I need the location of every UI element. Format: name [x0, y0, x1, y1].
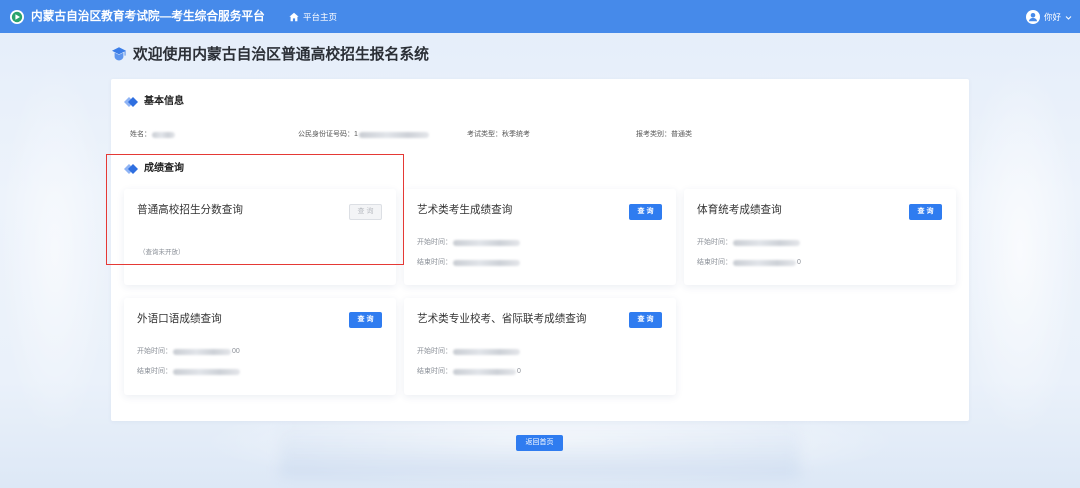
masked-start-time — [733, 240, 800, 246]
graduation-cap-icon — [112, 47, 126, 61]
info-id-label: 公民身份证号码： — [298, 131, 354, 138]
query-button[interactable]: 查询 — [909, 204, 942, 220]
info-exam-type-value: 秋季统考 — [502, 131, 530, 138]
basic-info-heading: 基本信息 — [144, 96, 184, 107]
query-button[interactable]: 查询 — [629, 204, 662, 220]
card-title: 艺术类专业校考、省际联考成绩查询 — [417, 313, 587, 325]
background-glow — [960, 60, 1080, 440]
masked-end-time — [733, 260, 796, 266]
score-query-heading: 成绩查询 — [144, 163, 184, 174]
start-time-row: 开始时间： — [417, 347, 520, 357]
end-time-row: 结束时间： — [417, 258, 520, 268]
card-title: 外语口语成绩查询 — [137, 313, 222, 325]
start-time-row: 开始时间： — [417, 238, 520, 248]
page-title: 欢迎使用内蒙古自治区普通高校招生报名系统 — [133, 47, 429, 63]
end-time-row: 结束时间： 0 — [697, 258, 801, 268]
user-menu[interactable]: 你好 — [1026, 9, 1072, 25]
chevron-down-icon — [1065, 15, 1072, 20]
back-to-home-button[interactable]: 返回首页 — [516, 435, 563, 451]
start-time-label: 开始时间： — [137, 348, 172, 355]
masked-name-value — [152, 132, 175, 138]
query-button-disabled[interactable]: 查询 — [349, 204, 382, 220]
start-time-label: 开始时间： — [417, 239, 452, 246]
info-id-value: 1 — [354, 131, 358, 138]
user-greeting: 你好 — [1044, 12, 1062, 22]
end-time-row: 结束时间： 0 — [417, 367, 521, 377]
masked-id-value — [358, 132, 429, 138]
info-exam-type-label: 考试类型： — [467, 131, 502, 138]
masked-end-time — [173, 369, 240, 375]
home-nav-label: 平台主页 — [303, 12, 338, 22]
info-category-label: 报考类别： — [636, 131, 671, 138]
start-time-label: 开始时间： — [417, 348, 452, 355]
end-time-row: 结束时间： — [137, 367, 240, 377]
info-exam-type: 考试类型： 秋季统考 — [467, 130, 530, 140]
start-time-row: 开始时间： 00 — [137, 347, 240, 357]
user-avatar-icon — [1026, 10, 1040, 24]
masked-start-time — [453, 240, 520, 246]
score-card-sports: 体育统考成绩查询 查询 开始时间： 结束时间： 0 — [684, 189, 956, 285]
end-time-suffix: 0 — [517, 368, 521, 375]
info-id-number: 公民身份证号码： 1 — [298, 130, 429, 140]
start-time-row: 开始时间： — [697, 238, 800, 248]
info-name-label: 姓名： — [130, 131, 151, 138]
masked-start-time — [173, 349, 231, 355]
card-title: 普通高校招生分数查询 — [137, 204, 243, 216]
section-diamond-icon — [124, 97, 138, 107]
query-button[interactable]: 查询 — [349, 312, 382, 328]
masked-end-time — [453, 369, 516, 375]
end-time-label: 结束时间： — [137, 368, 172, 375]
score-card-oral-language: 外语口语成绩查询 查询 开始时间： 00 结束时间： — [124, 298, 396, 395]
score-card-art-professional: 艺术类专业校考、省际联考成绩查询 查询 开始时间： 结束时间： 0 — [404, 298, 676, 395]
info-category-value: 普通类 — [671, 131, 692, 138]
query-button[interactable]: 查询 — [629, 312, 662, 328]
masked-start-time — [453, 349, 520, 355]
end-time-label: 结束时间： — [417, 368, 452, 375]
start-time-suffix: 00 — [232, 348, 240, 355]
exam-institute-logo-icon — [10, 10, 24, 24]
query-not-open-notice: （查询未开放） — [139, 249, 185, 256]
home-nav-link[interactable]: 平台主页 — [289, 10, 337, 24]
home-icon — [289, 12, 299, 22]
card-title: 艺术类考生成绩查询 — [417, 204, 513, 216]
end-time-label: 结束时间： — [697, 259, 732, 266]
score-card-art: 艺术类考生成绩查询 查询 开始时间： 结束时间： — [404, 189, 676, 285]
score-card-general-admission: 普通高校招生分数查询 查询 （查询未开放） — [124, 189, 396, 285]
background-glow — [0, 60, 110, 440]
end-time-label: 结束时间： — [417, 259, 452, 266]
section-diamond-icon — [124, 164, 138, 174]
start-time-label: 开始时间： — [697, 239, 732, 246]
info-category: 报考类别： 普通类 — [636, 130, 692, 140]
masked-end-time — [453, 260, 520, 266]
site-title: 内蒙古自治区教育考试院—考生综合服务平台 — [31, 10, 265, 23]
end-time-suffix: 0 — [797, 259, 801, 266]
info-name: 姓名： — [130, 130, 175, 140]
card-title: 体育统考成绩查询 — [697, 204, 782, 216]
top-header-bar: 内蒙古自治区教育考试院—考生综合服务平台 平台主页 你好 — [0, 0, 1080, 33]
